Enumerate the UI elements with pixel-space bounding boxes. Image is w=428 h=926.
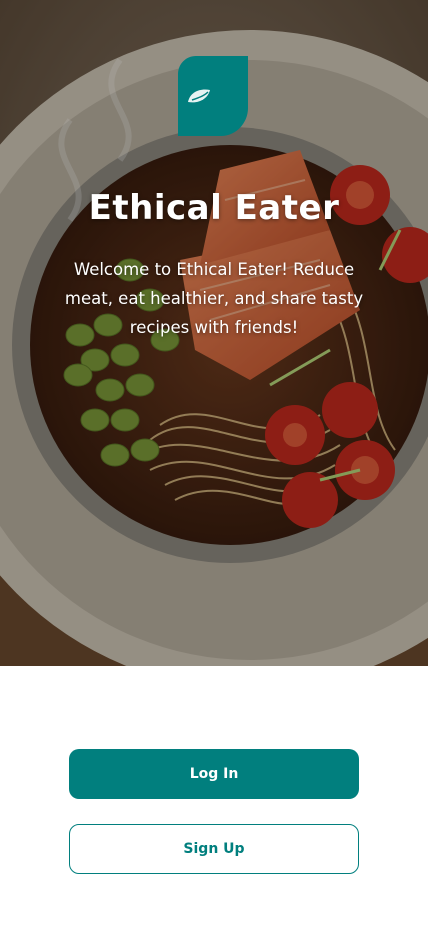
login-button[interactable]: Log In	[69, 749, 359, 799]
signup-button[interactable]: Sign Up	[69, 824, 359, 874]
welcome-screen: Ethical Eater Welcome to Ethical Eater! …	[0, 0, 428, 926]
welcome-tagline: Welcome to Ethical Eater! Reduce meat, e…	[64, 260, 364, 337]
hero-image: Ethical Eater Welcome to Ethical Eater! …	[0, 0, 428, 666]
app-title: Ethical Eater	[88, 188, 340, 228]
leaf-logo-icon	[178, 56, 248, 136]
